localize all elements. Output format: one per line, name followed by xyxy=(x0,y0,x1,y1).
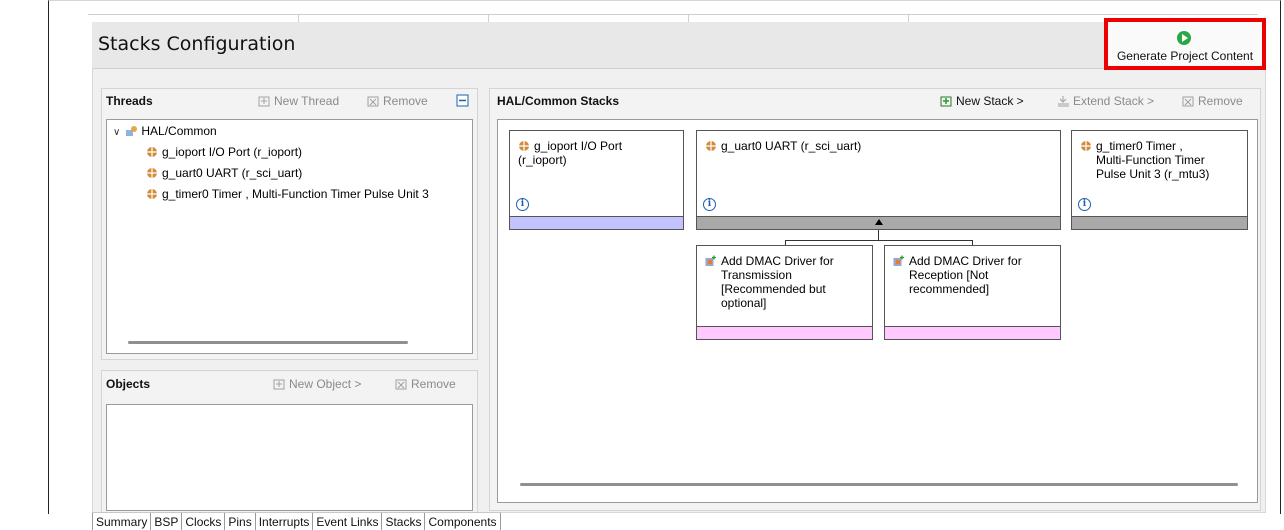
remove-stack-label: Remove xyxy=(1198,94,1243,108)
module-name: g_ioport I/O Port (r_ioport) xyxy=(518,139,622,167)
dependency-bar xyxy=(697,326,872,339)
module-name-line: g_timer0 Timer , xyxy=(1096,139,1183,153)
tree-root-label: HAL/Common xyxy=(141,124,217,138)
new-thread-label: New Thread xyxy=(274,94,340,108)
dependency-bar xyxy=(885,326,1060,339)
remove-thread-label: Remove xyxy=(383,94,428,108)
tree-item-label: g_timer0 Timer , Multi-Function Timer Pu… xyxy=(162,187,429,201)
tab-stacks[interactable]: Stacks xyxy=(382,513,426,530)
tab-event-links[interactable]: Event Links xyxy=(313,513,383,530)
tab-clocks[interactable]: Clocks xyxy=(182,513,226,530)
module-card-uart[interactable]: g_uart0 UART (r_sci_uart) i xyxy=(696,130,1061,230)
extend-stack-label: Extend Stack > xyxy=(1073,94,1155,108)
generate-button-label: Generate Project Content xyxy=(1116,49,1254,63)
dependency-card-dmac-tx[interactable]: Add DMAC Driver for Transmission [Recomm… xyxy=(696,245,873,340)
component-icon xyxy=(519,141,529,151)
new-thread-icon xyxy=(258,96,270,107)
module-name: g_timer0 Timer , Multi-Function Timer Pu… xyxy=(1080,139,1209,181)
remove-thread-button[interactable]: Remove xyxy=(367,94,428,108)
collapse-all-icon[interactable] xyxy=(456,94,469,107)
dependency-line: Add DMAC Driver for xyxy=(909,254,1022,268)
dependency-line: [Recommended but xyxy=(721,282,826,296)
new-stack-label: New Stack > xyxy=(956,94,1024,108)
dependency-line: Transmission xyxy=(721,268,792,282)
tree-item[interactable]: g_ioport I/O Port (r_ioport) xyxy=(146,145,302,159)
remove-icon xyxy=(367,96,379,107)
remove-object-button[interactable]: Remove xyxy=(395,377,456,391)
component-icon xyxy=(147,147,157,157)
module-bar xyxy=(1072,216,1247,229)
component-icon xyxy=(147,168,157,178)
play-circle-icon xyxy=(1177,31,1191,45)
tab-components[interactable]: Components xyxy=(425,513,501,530)
objects-list xyxy=(106,404,473,511)
tree-item[interactable]: g_timer0 Timer , Multi-Function Timer Pu… xyxy=(146,187,472,201)
tab-pins[interactable]: Pins xyxy=(225,513,256,530)
connector-line xyxy=(785,240,973,241)
dependency-line: optional] xyxy=(721,296,767,310)
extend-stack-icon xyxy=(1058,96,1069,107)
remove-stack-button[interactable]: Remove xyxy=(1182,94,1243,108)
component-icon xyxy=(706,141,716,151)
dependency-card-dmac-rx[interactable]: Add DMAC Driver for Reception [Not recom… xyxy=(884,245,1061,340)
tab-bsp[interactable]: BSP xyxy=(151,513,183,530)
extend-stack-button[interactable]: Extend Stack > xyxy=(1057,94,1154,108)
module-name-line: g_uart0 UART (r_sci_uart) xyxy=(721,139,862,153)
module-card-timer[interactable]: g_timer0 Timer , Multi-Function Timer Pu… xyxy=(1071,130,1248,230)
dependency-line: Add DMAC Driver for xyxy=(721,254,834,268)
new-object-icon xyxy=(273,379,285,390)
new-stack-button[interactable]: New Stack > xyxy=(940,94,1024,108)
tree-item[interactable]: g_uart0 UART (r_sci_uart) xyxy=(146,166,302,180)
new-stack-icon xyxy=(940,96,952,107)
module-name-line: Multi-Function Timer xyxy=(1096,153,1205,167)
module-name-line: (r_ioport) xyxy=(518,153,567,167)
add-module-icon xyxy=(705,255,716,266)
dependency-name: Add DMAC Driver for Reception [Not recom… xyxy=(893,254,1022,296)
info-icon[interactable]: i xyxy=(1078,198,1091,211)
add-module-icon xyxy=(893,255,904,266)
remove-icon xyxy=(395,379,407,390)
threads-header: Threads xyxy=(106,94,153,108)
info-icon[interactable]: i xyxy=(516,198,529,211)
hal-group-icon xyxy=(126,126,138,136)
new-thread-button[interactable]: New Thread xyxy=(258,94,339,108)
info-icon[interactable]: i xyxy=(703,198,716,211)
caret-up-icon[interactable] xyxy=(874,219,883,225)
component-icon xyxy=(1081,141,1091,151)
tree-item-label: g_uart0 UART (r_sci_uart) xyxy=(162,166,303,180)
top-tab-strip xyxy=(88,14,1258,22)
stacks-scrollbar[interactable] xyxy=(520,483,1238,486)
stacks-header: HAL/Common Stacks xyxy=(497,94,620,108)
generate-project-content-button[interactable]: Generate Project Content xyxy=(1104,18,1266,70)
remove-object-label: Remove xyxy=(411,377,456,391)
component-icon xyxy=(147,189,157,199)
tab-summary[interactable]: Summary xyxy=(92,513,152,530)
new-object-label: New Object > xyxy=(289,377,362,391)
dependency-name: Add DMAC Driver for Transmission [Recomm… xyxy=(705,254,834,310)
tree-node-hal-common[interactable]: ∨ HAL/Common xyxy=(113,124,217,138)
module-name-line: Pulse Unit 3 (r_mtu3) xyxy=(1096,167,1210,181)
configuration-tabs: Summary BSP Clocks Pins Interrupts Event… xyxy=(92,512,501,530)
tree-item-label: g_ioport I/O Port (r_ioport) xyxy=(162,145,303,159)
module-name-line: g_ioport I/O Port xyxy=(534,139,623,153)
remove-icon xyxy=(1182,96,1194,107)
module-card-ioport[interactable]: g_ioport I/O Port (r_ioport) i xyxy=(509,130,684,230)
chevron-down-icon[interactable]: ∨ xyxy=(113,127,122,138)
dependency-line: recommended] xyxy=(909,282,990,296)
page-title: Stacks Configuration xyxy=(98,33,296,55)
dependency-line: Reception [Not xyxy=(909,268,989,282)
module-bar[interactable] xyxy=(697,216,1060,229)
objects-header: Objects xyxy=(106,377,151,391)
threads-scrollbar[interactable] xyxy=(128,341,408,344)
module-bar xyxy=(510,216,683,229)
new-object-button[interactable]: New Object > xyxy=(273,377,361,391)
module-name: g_uart0 UART (r_sci_uart) xyxy=(705,139,861,153)
tab-interrupts[interactable]: Interrupts xyxy=(255,513,314,530)
